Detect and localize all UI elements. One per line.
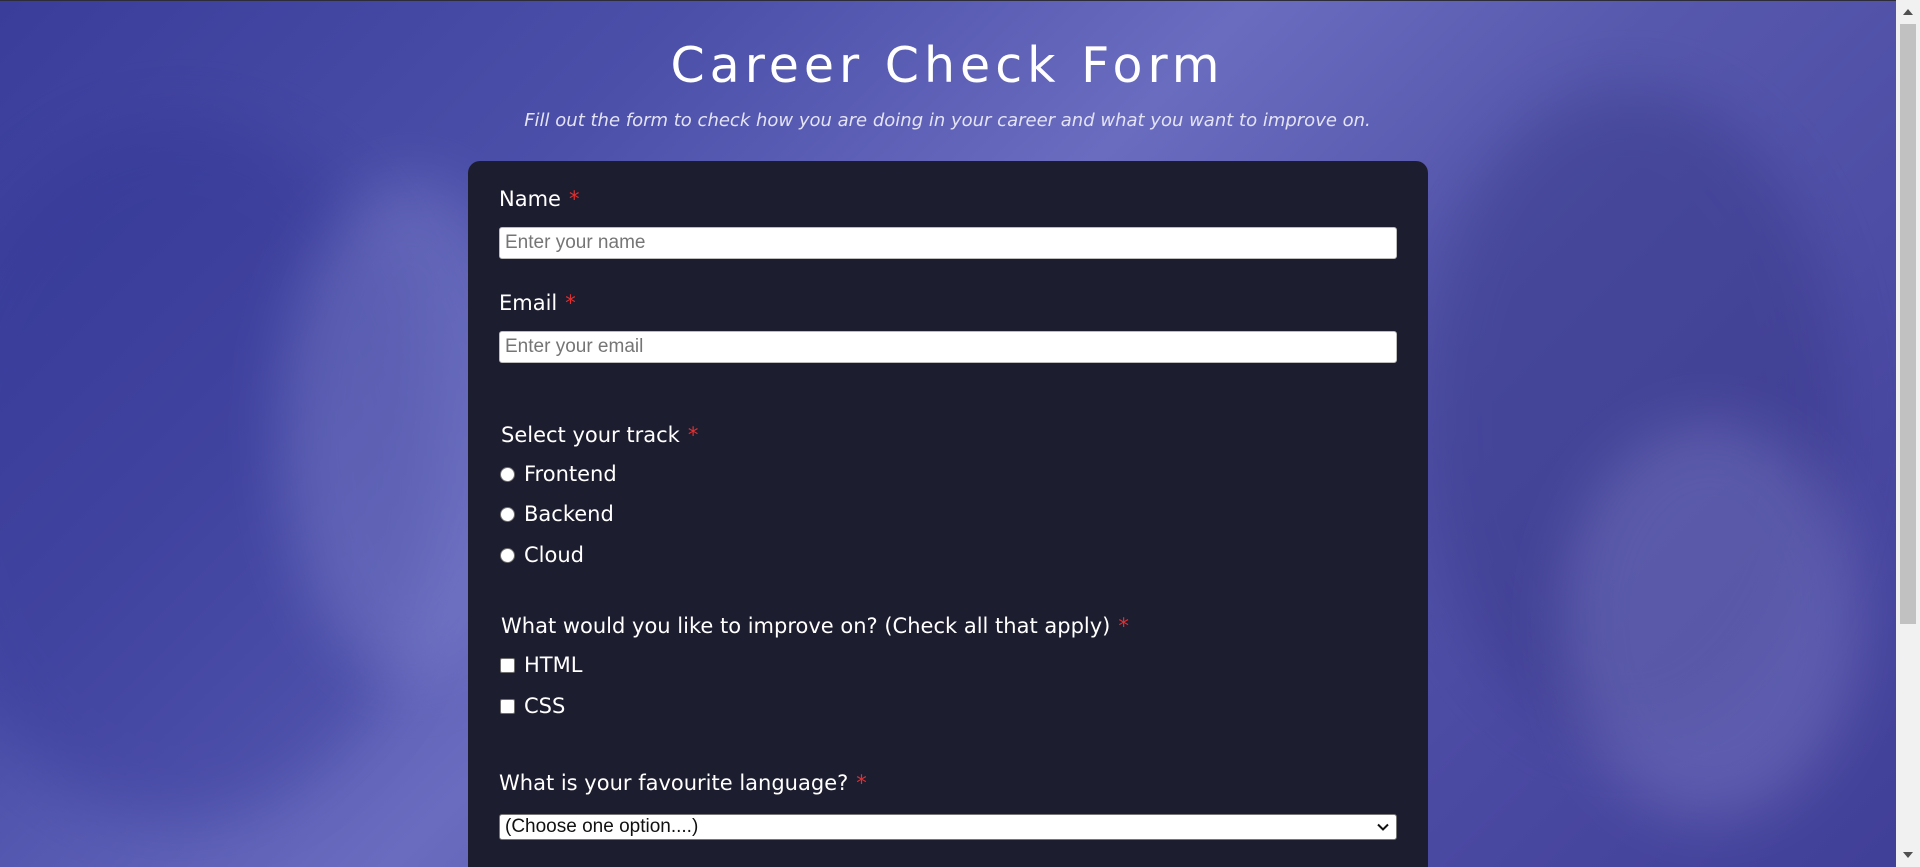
radio-button[interactable] xyxy=(500,506,515,522)
email-label-text: Email xyxy=(499,291,558,315)
checkbox-label: CSS xyxy=(524,694,566,718)
required-mark: * xyxy=(687,423,699,447)
scrollbar[interactable] xyxy=(1896,0,1920,867)
email-input[interactable] xyxy=(499,331,1397,363)
page-header: Career Check Form Fill out the form to c… xyxy=(0,0,1895,131)
improve-label-text: What would you like to improve on? (Chec… xyxy=(501,614,1111,638)
name-label: Name * xyxy=(499,187,579,211)
required-mark: * xyxy=(856,771,867,795)
name-input[interactable] xyxy=(499,227,1397,259)
name-label-text: Name xyxy=(499,187,561,211)
language-label-text: What is your favourite language? xyxy=(499,771,849,795)
radio-label: Backend xyxy=(524,502,614,526)
checkbox[interactable] xyxy=(500,698,515,714)
required-mark: * xyxy=(1118,614,1129,638)
background-shape xyxy=(1560,420,1860,820)
language-label: What is your favourite language? * xyxy=(499,771,867,795)
select-value: (Choose one option....) xyxy=(505,816,699,837)
radio-button[interactable] xyxy=(500,466,515,482)
page-title: Career Check Form xyxy=(670,37,1225,94)
triangle-up-icon[interactable] xyxy=(1896,2,1920,22)
radio-option-backend[interactable]: Backend xyxy=(499,502,614,526)
required-mark: * xyxy=(568,187,580,211)
page: Career Check Form Fill out the form to c… xyxy=(0,0,1920,867)
track-label-text: Select your track xyxy=(501,423,680,447)
checkbox-option-html[interactable]: HTML xyxy=(499,653,582,677)
required-mark: * xyxy=(565,291,576,315)
chevron-down-icon xyxy=(1375,819,1391,835)
radio-button[interactable] xyxy=(500,547,515,563)
email-label: Email * xyxy=(499,291,576,315)
checkbox-label: HTML xyxy=(524,653,583,677)
triangle-down-icon[interactable] xyxy=(1896,845,1920,865)
track-label: Select your track * xyxy=(501,423,698,447)
language-select[interactable]: (Choose one option....) xyxy=(499,814,1397,840)
improve-label: What would you like to improve on? (Chec… xyxy=(501,614,1129,638)
scrollbar-thumb[interactable] xyxy=(1900,24,1916,624)
radio-label: Frontend xyxy=(524,462,617,486)
radio-option-frontend[interactable]: Frontend xyxy=(499,462,617,486)
checkbox-option-css[interactable]: CSS xyxy=(499,694,565,718)
page-subtitle: Fill out the form to check how you are d… xyxy=(524,110,1371,131)
radio-option-cloud[interactable]: Cloud xyxy=(499,543,584,567)
radio-label: Cloud xyxy=(524,543,584,567)
checkbox[interactable] xyxy=(500,657,515,673)
survey-form: Name * Email * Select your track * Frontend… xyxy=(468,161,1428,867)
